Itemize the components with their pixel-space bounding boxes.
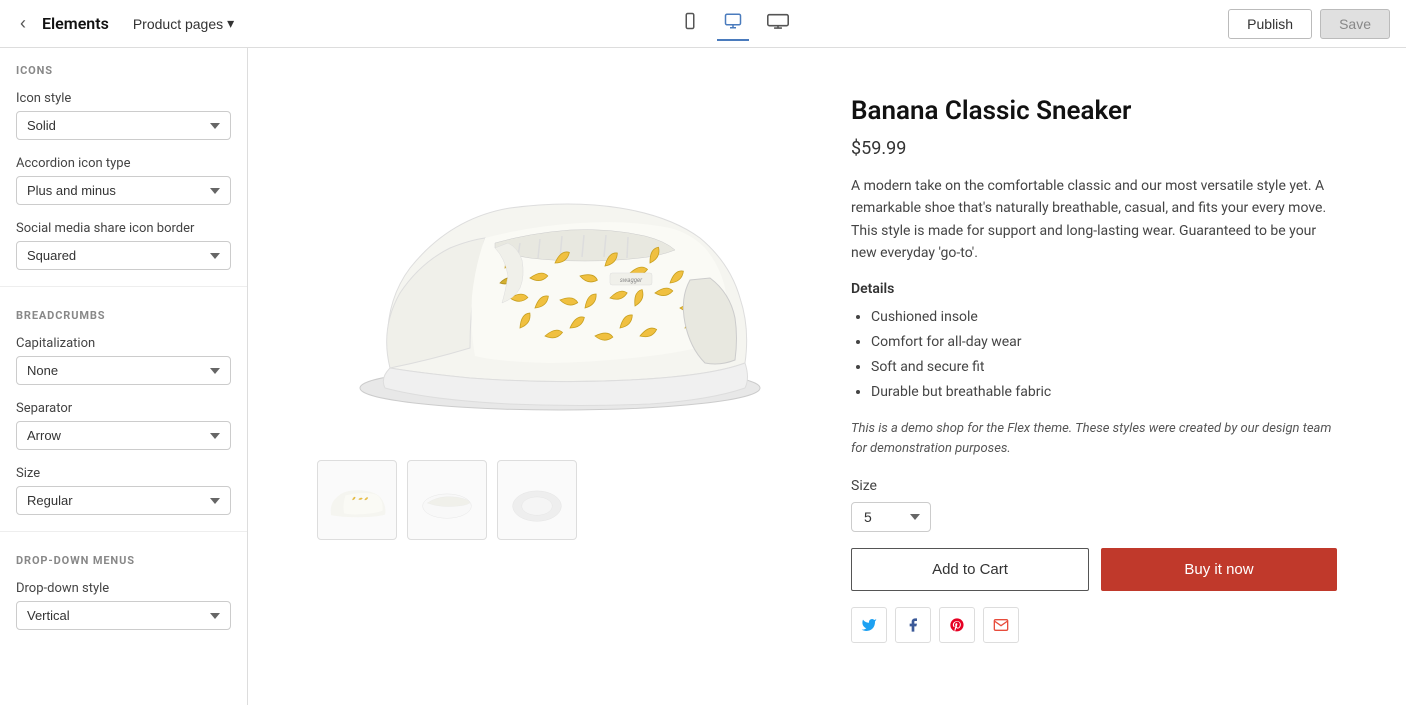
- size-label: Size: [851, 478, 1337, 494]
- back-button[interactable]: ‹: [16, 9, 30, 38]
- page-title: Elements: [42, 14, 109, 33]
- details-label: Details: [851, 281, 1337, 297]
- separator-group: Separator ArrowSlashDashDot: [0, 395, 247, 460]
- twitter-icon: [861, 617, 877, 633]
- dropdown-style-group: Drop-down style VerticalHorizontal: [0, 575, 247, 640]
- social-icons: [851, 607, 1337, 643]
- social-icon-border-select[interactable]: SquaredRoundedCircleNone: [16, 241, 231, 270]
- thumbnail-1[interactable]: [317, 460, 397, 540]
- canvas: swagger: [248, 48, 1406, 705]
- breadcrumbs-section-label: BREADCRUMBS: [0, 293, 247, 330]
- facebook-icon: [905, 617, 921, 633]
- icons-section-label: ICONS: [0, 48, 247, 85]
- product-pages-button[interactable]: Product pages ▾: [125, 11, 242, 36]
- buy-now-button[interactable]: Buy it now: [1101, 548, 1337, 591]
- capitalization-label: Capitalization: [16, 336, 231, 351]
- mobile-view-button[interactable]: [675, 6, 705, 41]
- separator-select[interactable]: ArrowSlashDashDot: [16, 421, 231, 450]
- main-product-image: swagger: [317, 88, 803, 448]
- publish-button[interactable]: Publish: [1228, 9, 1312, 39]
- breadcrumb-size-group: Size SmallRegularLarge: [0, 460, 247, 525]
- email-share-button[interactable]: [983, 607, 1019, 643]
- social-icon-border-group: Social media share icon border SquaredRo…: [0, 215, 247, 280]
- icon-style-label: Icon style: [16, 91, 231, 106]
- main-area: ICONS Icon style SolidOutlineThin Accord…: [0, 48, 1406, 705]
- product-info: Banana Classic Sneaker $59.99 A modern t…: [851, 88, 1337, 643]
- nav-left: ‹ Elements: [16, 9, 109, 38]
- capitalization-select[interactable]: NoneUppercaseLowercaseCapitalize: [16, 356, 231, 385]
- icon-style-group: Icon style SolidOutlineThin: [0, 85, 247, 150]
- twitter-share-button[interactable]: [851, 607, 887, 643]
- separator-label: Separator: [16, 401, 231, 416]
- product-description: A modern take on the comfortable classic…: [851, 175, 1337, 265]
- widescreen-icon: [767, 12, 789, 30]
- divider-2: [0, 531, 247, 532]
- widescreen-view-button[interactable]: [761, 6, 795, 41]
- divider-1: [0, 286, 247, 287]
- demo-note: This is a demo shop for the Flex theme. …: [851, 419, 1337, 458]
- product-price: $59.99: [851, 138, 1337, 159]
- thumbnail-2[interactable]: [407, 460, 487, 540]
- chevron-down-icon: ▾: [227, 15, 234, 32]
- breadcrumb-size-select[interactable]: SmallRegularLarge: [16, 486, 231, 515]
- dropdown-style-label: Drop-down style: [16, 581, 231, 596]
- detail-item-3: Soft and secure fit: [871, 355, 1337, 380]
- detail-item-4: Durable but breathable fabric: [871, 380, 1337, 405]
- top-navigation: ‹ Elements Product pages ▾ Publish Save: [0, 0, 1406, 48]
- pinterest-icon: [949, 617, 965, 633]
- product-name: Banana Classic Sneaker: [851, 96, 1337, 126]
- action-buttons: Add to Cart Buy it now: [851, 548, 1337, 591]
- facebook-share-button[interactable]: [895, 607, 931, 643]
- accordion-icon-type-select[interactable]: Plus and minusArrowChevron: [16, 176, 231, 205]
- product-page: swagger: [277, 48, 1377, 683]
- accordion-icon-type-group: Accordion icon type Plus and minusArrowC…: [0, 150, 247, 215]
- capitalization-group: Capitalization NoneUppercaseLowercaseCap…: [0, 330, 247, 395]
- size-section: Size 5678910: [851, 478, 1337, 532]
- email-icon: [993, 617, 1009, 633]
- dropdown-section-label: DROP-DOWN MENUS: [0, 538, 247, 575]
- desktop-view-button[interactable]: [717, 6, 749, 41]
- breadcrumb-size-label: Size: [16, 466, 231, 481]
- thumbnail-row: [317, 460, 803, 540]
- add-to-cart-button[interactable]: Add to Cart: [851, 548, 1089, 591]
- product-pages-label: Product pages: [133, 16, 223, 32]
- thumbnail-3[interactable]: [497, 460, 577, 540]
- mobile-icon: [681, 12, 699, 30]
- size-select[interactable]: 5678910: [851, 502, 931, 532]
- save-button[interactable]: Save: [1320, 9, 1390, 39]
- nav-right: Publish Save: [1228, 9, 1390, 39]
- detail-item-2: Comfort for all-day wear: [871, 330, 1337, 355]
- dropdown-style-select[interactable]: VerticalHorizontal: [16, 601, 231, 630]
- detail-item-1: Cushioned insole: [871, 305, 1337, 330]
- pinterest-share-button[interactable]: [939, 607, 975, 643]
- sidebar: ICONS Icon style SolidOutlineThin Accord…: [0, 48, 248, 705]
- svg-text:swagger: swagger: [620, 277, 643, 284]
- accordion-icon-type-label: Accordion icon type: [16, 156, 231, 171]
- icon-style-select[interactable]: SolidOutlineThin: [16, 111, 231, 140]
- details-list: Cushioned insole Comfort for all-day wea…: [851, 305, 1337, 406]
- product-images: swagger: [317, 88, 803, 643]
- desktop-icon: [723, 12, 743, 30]
- view-toggle: [258, 6, 1212, 41]
- sneaker-svg: swagger: [330, 108, 790, 428]
- social-icon-border-label: Social media share icon border: [16, 221, 231, 236]
